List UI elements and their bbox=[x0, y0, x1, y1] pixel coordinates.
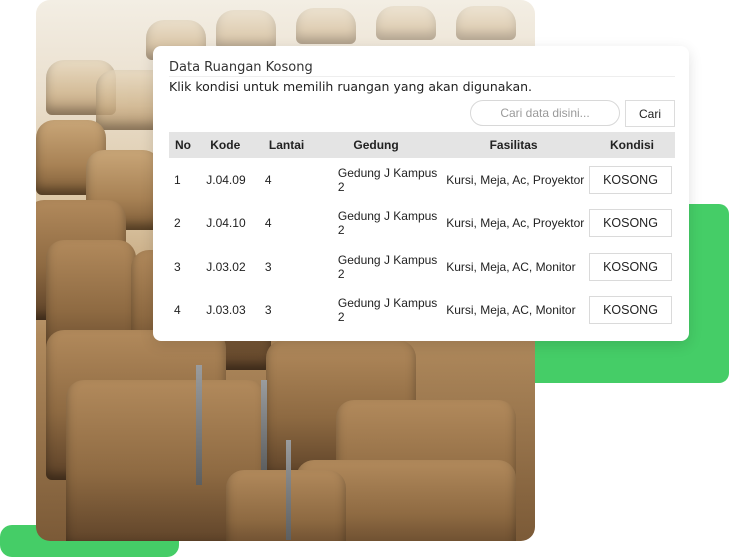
header-fasilitas: Fasilitas bbox=[438, 132, 589, 158]
header-no: No bbox=[169, 132, 199, 158]
cell-gedung: Gedung J Kampus 2 bbox=[337, 252, 438, 281]
cell-gedung: Gedung J Kampus 2 bbox=[337, 165, 438, 194]
table-row: 2 J.04.10 4 Gedung J Kampus 2 Kursi, Mej… bbox=[169, 202, 675, 246]
kondisi-button[interactable]: KOSONG bbox=[589, 296, 672, 325]
cell-lantai: 4 bbox=[264, 172, 272, 187]
cell-kondisi: KOSONG bbox=[589, 289, 675, 333]
kondisi-button[interactable]: KOSONG bbox=[589, 165, 672, 194]
cell-kode: J.03.02 bbox=[206, 259, 246, 274]
empty-rooms-card: Data Ruangan Kosong Klik kondisi untuk m… bbox=[153, 46, 689, 341]
cell-kode: J.04.10 bbox=[206, 216, 246, 231]
cell-kondisi: KOSONG bbox=[589, 245, 675, 289]
header-gedung: Gedung bbox=[313, 132, 439, 158]
kondisi-button[interactable]: KOSONG bbox=[589, 252, 672, 281]
cell-no: 4 bbox=[174, 303, 181, 318]
title-divider bbox=[169, 76, 675, 77]
search-input[interactable] bbox=[470, 100, 620, 126]
table-header-row: No Kode Lantai Gedung Fasilitas Kondisi bbox=[169, 132, 675, 158]
cell-gedung: Gedung J Kampus 2 bbox=[337, 296, 438, 325]
rooms-table: No Kode Lantai Gedung Fasilitas Kondisi … bbox=[169, 132, 675, 332]
cell-lantai: 3 bbox=[264, 259, 272, 274]
cell-kode: J.04.09 bbox=[206, 172, 246, 187]
kondisi-button[interactable]: KOSONG bbox=[589, 209, 672, 238]
cell-fasilitas: Kursi, Meja, AC, Monitor bbox=[446, 259, 576, 274]
cell-no: 2 bbox=[174, 216, 181, 231]
header-kondisi: Kondisi bbox=[589, 132, 675, 158]
cell-lantai: 4 bbox=[264, 216, 272, 231]
cell-kondisi: KOSONG bbox=[589, 202, 675, 246]
cell-gedung: Gedung J Kampus 2 bbox=[337, 209, 438, 238]
cell-fasilitas: Kursi, Meja, Ac, Proyektor bbox=[446, 216, 585, 231]
card-title: Data Ruangan Kosong bbox=[169, 60, 313, 75]
table-row: 4 J.03.03 3 Gedung J Kampus 2 Kursi, Mej… bbox=[169, 289, 675, 333]
card-subtitle: Klik kondisi untuk memilih ruangan yang … bbox=[169, 79, 533, 94]
search-button[interactable]: Cari bbox=[625, 100, 675, 127]
cell-lantai: 3 bbox=[264, 303, 272, 318]
cell-no: 3 bbox=[174, 259, 181, 274]
cell-kondisi: KOSONG bbox=[589, 158, 675, 202]
cell-kode: J.03.03 bbox=[206, 303, 246, 318]
table-row: 3 J.03.02 3 Gedung J Kampus 2 Kursi, Mej… bbox=[169, 245, 675, 289]
cell-no: 1 bbox=[174, 172, 181, 187]
header-lantai: Lantai bbox=[258, 132, 314, 158]
table-row: 1 J.04.09 4 Gedung J Kampus 2 Kursi, Mej… bbox=[169, 158, 675, 202]
cell-fasilitas: Kursi, Meja, AC, Monitor bbox=[446, 303, 576, 318]
header-kode: Kode bbox=[198, 132, 259, 158]
cell-fasilitas: Kursi, Meja, Ac, Proyektor bbox=[446, 172, 585, 187]
